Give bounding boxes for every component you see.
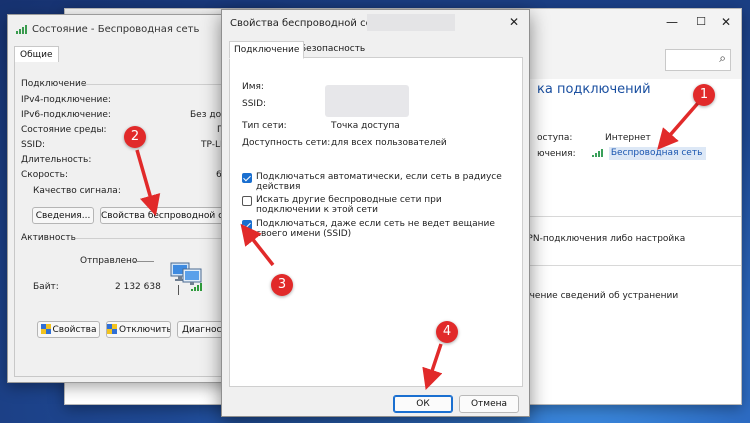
tab-connection[interactable]: Подключение [229, 41, 305, 59]
duration-label: Длительность: [21, 155, 92, 165]
media-state-label: Состояние среды: [21, 125, 107, 135]
network-type-label: Тип сети: [242, 121, 287, 131]
annotation-badge-4: 4 [436, 321, 458, 343]
properties-button-label: Свойства [52, 325, 97, 335]
connections-heading: ка подключений [537, 82, 651, 97]
activity-group-label: Активность [21, 233, 76, 243]
connection-group-label: Подключение [21, 79, 87, 89]
tab-security[interactable]: Безопасность [296, 41, 369, 57]
search-icon[interactable]: ⌕ [719, 51, 726, 66]
minimize-icon[interactable]: — [657, 11, 687, 33]
hidden-ssid-label: Подключаться, даже если сеть не ведет ве… [256, 219, 495, 239]
hidden-ssid-checkbox[interactable] [242, 220, 252, 230]
wireless-connection-link[interactable]: Беспроводная сеть [608, 147, 707, 160]
signal-quality-label: Качество сигнала: [33, 186, 121, 196]
sent-label: Отправлено [80, 256, 138, 266]
ipv6-label: IPv6-подключение: [21, 110, 111, 120]
network-type-value: Точка доступа [331, 121, 400, 131]
annotation-badge-3: 3 [271, 274, 293, 296]
wireless-properties-button[interactable]: Свойства беспроводной сети [100, 207, 224, 224]
auto-connect-checkbox[interactable] [242, 173, 252, 183]
properties-button[interactable]: Свойства [37, 321, 100, 338]
network-computers-icon [170, 262, 202, 291]
dialog-title: Свойства беспроводной сети [230, 18, 385, 29]
wifi-signal-icon [592, 148, 603, 157]
ssid-value: TP-LI [201, 140, 223, 150]
speed-label: Скорость: [21, 170, 68, 180]
close-icon[interactable]: ✕ [509, 14, 519, 30]
annotation-badge-1: 1 [693, 84, 715, 106]
ssid-label: SSID: [242, 99, 267, 109]
bytes-sent-value: 2 132 638 [115, 282, 161, 292]
details-button[interactable]: Сведения... [32, 207, 94, 224]
access-type-value: Интернет [605, 133, 651, 143]
connections-label: ючения: [537, 149, 576, 159]
search-other-networks-checkbox[interactable] [242, 196, 252, 206]
disable-button-label: Отключить [119, 325, 171, 335]
ok-button[interactable]: ОК [393, 395, 453, 413]
name-label: Имя: [242, 82, 264, 92]
dialog-panel: Имя: SSID: Тип сети: Точка доступа Досту… [229, 57, 523, 387]
divider [525, 216, 741, 217]
wireless-properties-dialog: Свойства беспроводной сети ✕ Подключение… [221, 9, 530, 417]
activity-line [134, 261, 154, 262]
cancel-button[interactable]: Отмена [459, 395, 519, 413]
annotation-badge-2: 2 [124, 126, 146, 148]
access-type-label: оступа: [537, 133, 573, 143]
shield-icon [40, 324, 51, 334]
close-icon[interactable]: ✕ [711, 11, 741, 33]
ipv4-label: IPv4-подключение: [21, 95, 111, 105]
connection-link-row: Беспроводная сеть [592, 147, 707, 160]
wifi-signal-icon [16, 25, 28, 34]
vpn-setup-text[interactable]: я VPN-подключения либо настройка [513, 234, 685, 244]
blurred-network-name [367, 14, 455, 31]
activity-separator [178, 285, 179, 295]
auto-connect-label: Подключаться автоматически, если сеть в … [256, 172, 502, 192]
bytes-label: Байт: [33, 282, 59, 292]
availability-value: для всех пользователей [331, 138, 447, 148]
search-input[interactable]: ⌕ [665, 49, 731, 71]
search-other-networks-label: Искать другие беспроводные сети при подк… [256, 195, 442, 215]
shield-icon [107, 324, 117, 334]
divider [525, 265, 741, 266]
troubleshoot-text[interactable]: олучение сведений об устранении [513, 291, 678, 301]
blurred-network-info [325, 85, 409, 117]
disable-button[interactable]: Отключить [106, 321, 171, 338]
availability-label: Доступность сети: [242, 138, 331, 148]
ssid-label: SSID: [21, 140, 46, 150]
window-title: Состояние - Беспроводная сеть [32, 24, 200, 35]
